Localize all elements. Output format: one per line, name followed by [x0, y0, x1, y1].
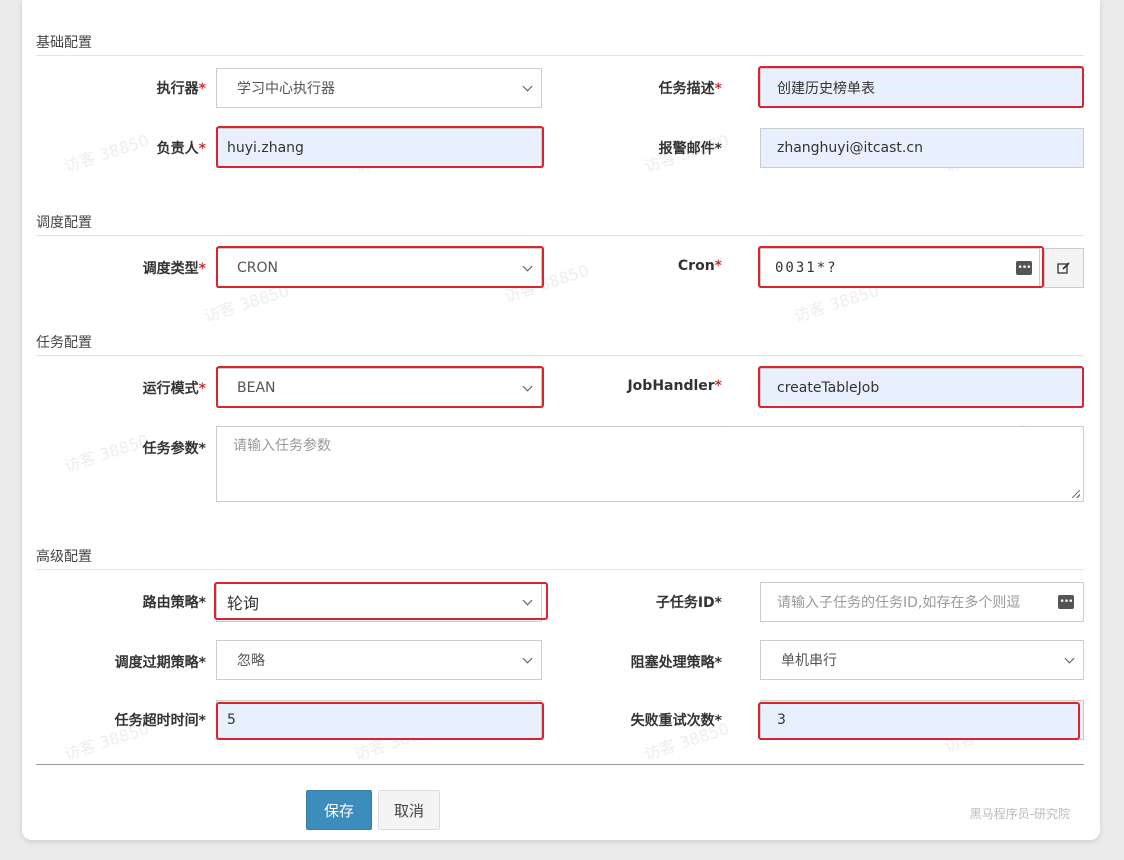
- required-mark: *: [714, 81, 722, 97]
- save-button[interactable]: 保存: [306, 790, 372, 830]
- executor-label: 执行器*: [156, 81, 206, 97]
- required-mark: *: [714, 655, 722, 671]
- required-mark: *: [714, 595, 722, 611]
- required-mark: *: [714, 141, 722, 157]
- block-strategy-select[interactable]: 单机串行: [760, 640, 1084, 680]
- required-mark: *: [714, 378, 722, 394]
- schedule-type-label: 调度类型*: [142, 261, 206, 277]
- executor-select[interactable]: 学习中心执行器: [216, 68, 542, 108]
- section-title-task: 任务配置: [36, 335, 92, 351]
- required-mark: *: [714, 713, 722, 729]
- schedule-type-select[interactable]: CRON: [216, 248, 542, 288]
- section-divider: [36, 569, 1084, 570]
- cancel-button[interactable]: 取消: [378, 790, 440, 830]
- edit-icon: [1057, 262, 1070, 274]
- owner-input[interactable]: huyi.zhang: [216, 128, 542, 168]
- required-mark: *: [198, 141, 206, 157]
- job-handler-input[interactable]: createTableJob: [760, 368, 1084, 408]
- section-title-schedule: 调度配置: [36, 215, 92, 231]
- desc-input[interactable]: 创建历史榜单表: [760, 68, 1084, 108]
- section-divider: [36, 355, 1084, 356]
- corner-watermark: 黑马程序员-研究院: [969, 807, 1070, 821]
- retry-count-input[interactable]: 3: [760, 700, 1084, 740]
- run-mode-select[interactable]: BEAN: [216, 368, 542, 408]
- retry-count-label: 失败重试次数*: [630, 713, 722, 729]
- run-mode-label: 运行模式*: [142, 381, 206, 397]
- section-divider: [36, 55, 1084, 56]
- email-label: 报警邮件*: [658, 141, 722, 157]
- task-params-label: 任务参数*: [142, 441, 206, 457]
- footer-divider: [36, 764, 1084, 765]
- required-mark: *: [198, 655, 206, 671]
- job-edit-form: 访客 38850 访客 38850 访客 38850 访客 38850 访客 3…: [22, 0, 1100, 840]
- required-mark: *: [714, 258, 722, 274]
- job-handler-label: JobHandler*: [627, 378, 722, 394]
- child-job-input[interactable]: 请输入子任务的任务ID,如存在多个则逗: [760, 582, 1084, 622]
- cron-input[interactable]: 0031*?: [760, 248, 1040, 288]
- owner-label: 负责人*: [156, 141, 206, 157]
- timeout-input[interactable]: 5: [216, 700, 542, 740]
- required-mark: *: [198, 81, 206, 97]
- section-title-basic: 基础配置: [36, 35, 92, 51]
- email-input[interactable]: zhanghuyi@itcast.cn: [760, 128, 1084, 168]
- cron-label: Cron*: [677, 258, 722, 274]
- expire-strategy-label: 调度过期策略*: [114, 655, 206, 671]
- timeout-label: 任务超时时间*: [114, 713, 206, 729]
- route-strategy-select[interactable]: 轮询: [216, 582, 542, 622]
- child-job-label: 子任务ID*: [655, 595, 722, 611]
- resize-handle-icon[interactable]: [1072, 490, 1080, 498]
- expire-strategy-select[interactable]: 忽略: [216, 640, 542, 680]
- task-params-textarea[interactable]: 请输入任务参数: [216, 426, 1084, 502]
- more-icon[interactable]: •••: [1058, 595, 1074, 609]
- required-mark: *: [198, 261, 206, 277]
- section-title-advanced: 高级配置: [36, 549, 92, 565]
- cron-edit-button[interactable]: [1044, 248, 1084, 288]
- route-strategy-label: 路由策略*: [142, 595, 206, 611]
- required-mark: *: [198, 381, 206, 397]
- required-mark: *: [198, 595, 206, 611]
- block-strategy-label: 阻塞处理策略*: [630, 655, 722, 671]
- more-icon[interactable]: •••: [1016, 261, 1032, 275]
- desc-label: 任务描述*: [658, 81, 722, 97]
- required-mark: *: [198, 441, 206, 457]
- section-divider: [36, 235, 1084, 236]
- required-mark: *: [198, 713, 206, 729]
